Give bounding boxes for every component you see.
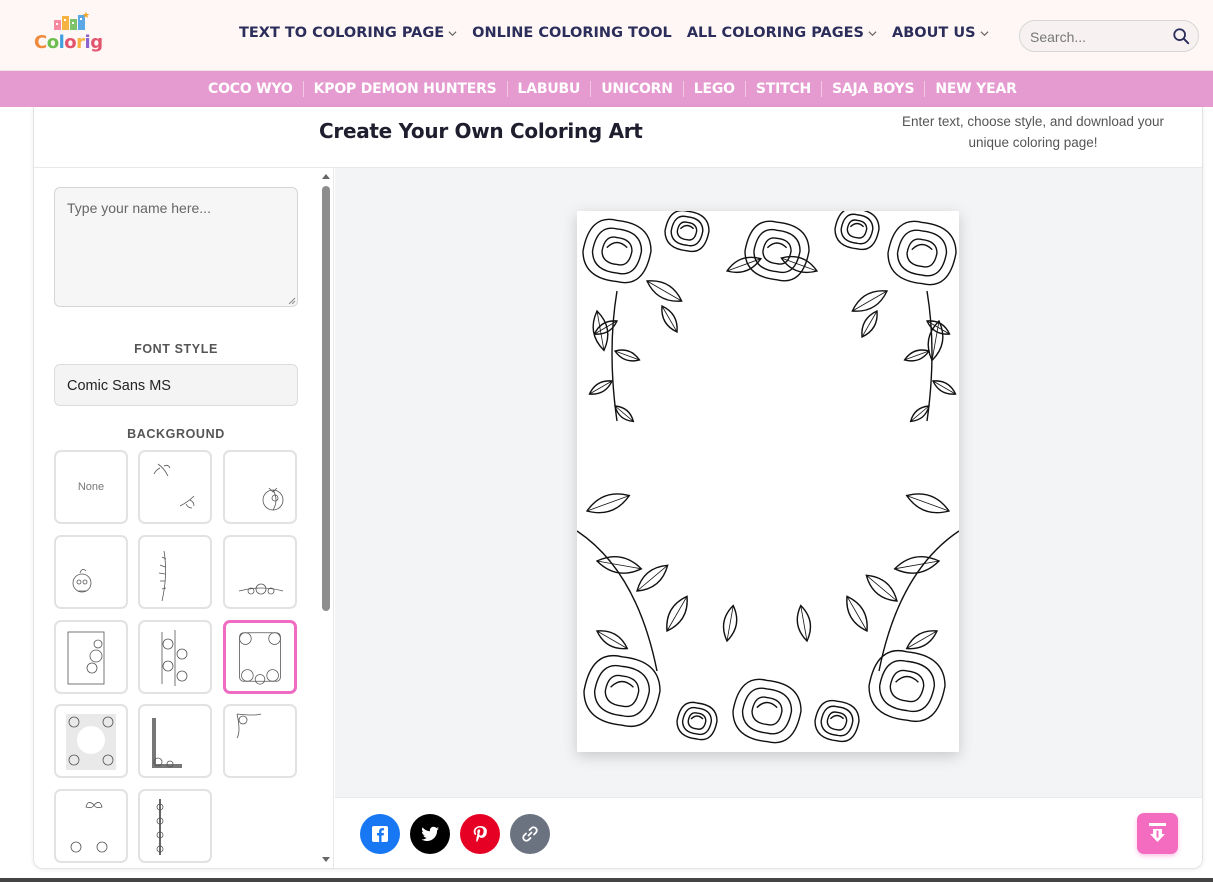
background-option-lavender-vine[interactable] [138, 535, 212, 609]
logo-letter: g [90, 32, 103, 53]
background-option-frame-roses[interactable] [54, 620, 128, 694]
category-link[interactable]: LABUBU [518, 81, 592, 97]
background-option-butterfly-corners[interactable] [54, 789, 128, 863]
search-icon[interactable] [1172, 27, 1190, 45]
download-button[interactable] [1137, 813, 1178, 854]
floral-frame-artwork [577, 211, 959, 744]
share-facebook-button[interactable] [360, 814, 400, 854]
page-title: Create Your Own Coloring Art [319, 119, 643, 143]
category-link[interactable]: KPOP DEMON HUNTERS [314, 81, 508, 97]
site-logo[interactable]: ★ Colorig [34, 10, 104, 60]
background-thumbnail [66, 714, 116, 770]
chevron-down-icon [448, 30, 457, 36]
settings-panel: FONT STYLE Comic Sans MS BACKGROUND None [34, 168, 334, 868]
logo-letter: o [64, 32, 77, 53]
preview-area [335, 168, 1202, 797]
category-link[interactable]: UNICORN [601, 81, 684, 97]
background-thumbnail [152, 718, 182, 768]
logo-letter: C [34, 32, 47, 53]
background-option-rose-frame[interactable] [223, 620, 297, 694]
card-header: Create Your Own Coloring Art Enter text,… [34, 107, 1202, 168]
pinterest-icon [473, 826, 487, 843]
background-thumbnail [153, 463, 195, 509]
search-input[interactable] [1030, 27, 1170, 47]
nav-online-coloring-tool[interactable]: ONLINE COLORING TOOL [472, 25, 672, 41]
none-label: None [77, 481, 105, 493]
link-icon [522, 826, 538, 842]
site-header: ★ Colorig TEXT TO COLORING PAGE ONLINE C… [0, 0, 1213, 71]
background-thumbnail [238, 583, 284, 595]
background-label: BACKGROUND [127, 427, 225, 441]
category-link[interactable]: NEW YEAR [935, 81, 1026, 97]
logo-text: Colorig [34, 32, 103, 53]
category-link[interactable]: SAJA BOYS [832, 81, 926, 97]
background-option-skull-flower[interactable] [54, 535, 128, 609]
nav-label: ONLINE COLORING TOOL [472, 25, 672, 41]
facebook-icon [372, 826, 388, 842]
background-option-corner-floral-L[interactable] [138, 704, 212, 778]
resize-grip-icon[interactable] [288, 297, 296, 305]
background-option-flower-garland[interactable] [223, 535, 297, 609]
background-thumbnail [156, 799, 164, 855]
background-option-double-rose-border[interactable] [138, 620, 212, 694]
logo-letter: o [46, 32, 59, 53]
category-link[interactable]: STITCH [756, 81, 823, 97]
category-bar: COCO WYO KPOP DEMON HUNTERS LABUBU UNICORN L… [0, 71, 1213, 107]
chevron-down-icon [868, 30, 877, 36]
background-thumbnail [262, 487, 284, 511]
scroll-down-icon[interactable] [321, 856, 331, 864]
category-list: COCO WYO KPOP DEMON HUNTERS LABUBU UNICORN L… [208, 71, 1037, 107]
logo-star-icon: ★ [82, 10, 91, 20]
background-thumbnail [161, 630, 188, 686]
chevron-down-icon [980, 30, 989, 36]
nav-text-to-coloring-page[interactable]: TEXT TO COLORING PAGE [239, 25, 457, 41]
action-bar [335, 797, 1202, 868]
background-thumbnail [236, 713, 262, 739]
background-option-side-vine[interactable] [138, 789, 212, 863]
coloring-page-preview [577, 211, 959, 752]
background-thumbnail [67, 631, 105, 685]
scrollbar-thumb[interactable] [322, 186, 330, 611]
background-option-none[interactable]: None [54, 450, 128, 524]
background-thumbnail [72, 569, 92, 593]
copy-link-button[interactable] [510, 814, 550, 854]
logo-letter: r [76, 32, 85, 53]
background-option-moon-flower[interactable] [223, 450, 297, 524]
category-link[interactable]: COCO WYO [208, 81, 304, 97]
page-subtitle: Enter text, choose style, and download y… [902, 114, 1164, 150]
font-style-label: FONT STYLE [134, 342, 218, 356]
name-input[interactable] [54, 187, 298, 307]
background-thumbnail [239, 632, 281, 685]
scroll-up-icon[interactable] [321, 172, 331, 180]
font-style-select[interactable]: Comic Sans MS [54, 364, 298, 406]
twitter-icon [421, 826, 439, 841]
nav-all-coloring-pages[interactable]: ALL COLORING PAGES [687, 25, 877, 41]
download-icon [1149, 823, 1166, 842]
nav-label: TEXT TO COLORING PAGE [239, 25, 445, 41]
nav-label: ABOUT US [892, 25, 976, 41]
background-option-corner-sprigs[interactable] [138, 450, 212, 524]
bottom-edge [0, 878, 1213, 882]
coloring-tool-card: Create Your Own Coloring Art Enter text,… [33, 107, 1203, 869]
background-thumbnail [70, 802, 108, 853]
category-link[interactable]: LEGO [694, 81, 746, 97]
background-option-dense-floral-wreath[interactable] [54, 704, 128, 778]
nav-label: ALL COLORING PAGES [686, 25, 864, 41]
share-pinterest-button[interactable] [460, 814, 500, 854]
background-option-corner-vine[interactable] [223, 704, 297, 778]
main-nav: TEXT TO COLORING PAGE ONLINE COLORING TO… [239, 25, 1004, 41]
search-box [1019, 20, 1199, 52]
share-twitter-button[interactable] [410, 814, 450, 854]
nav-about-us[interactable]: ABOUT US [892, 25, 989, 41]
background-thumbnail [158, 550, 167, 602]
